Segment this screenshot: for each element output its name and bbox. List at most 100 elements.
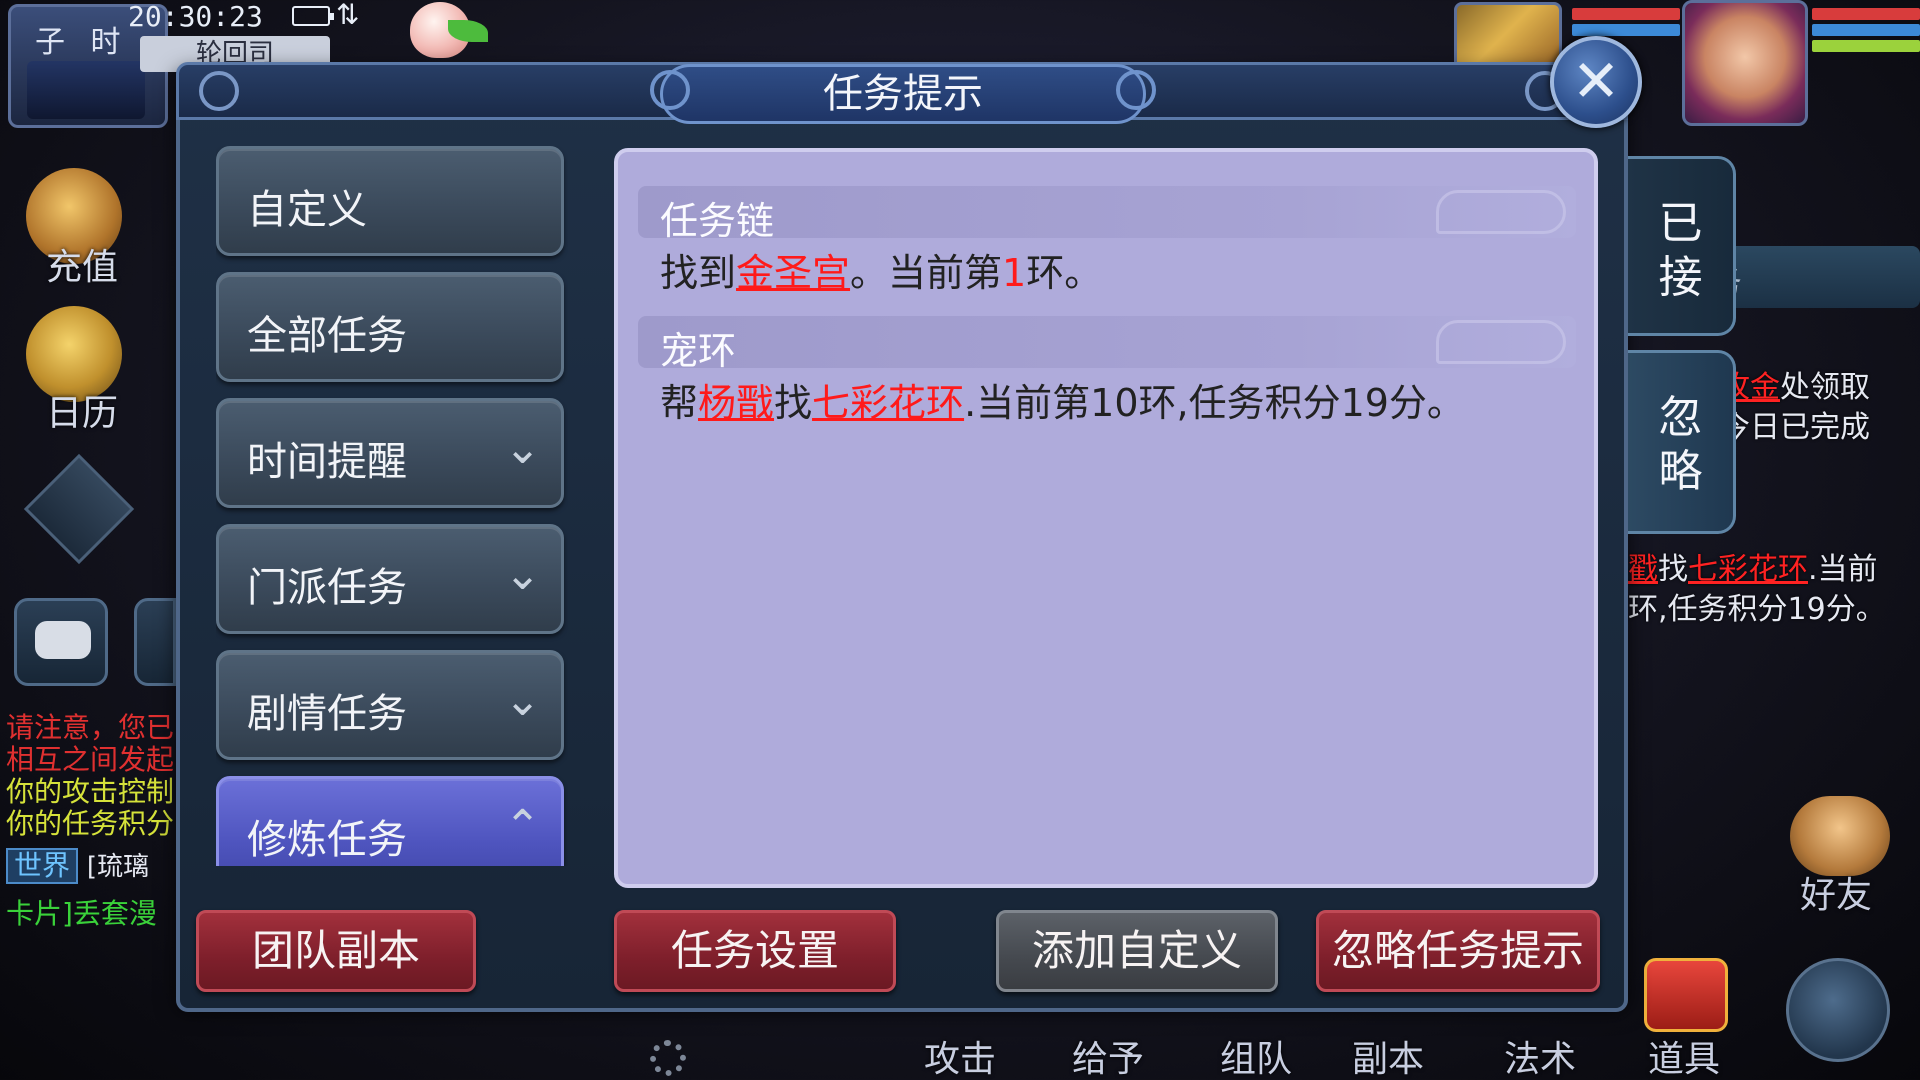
task-desc-text: 。当前第 xyxy=(850,251,1003,295)
tab-ignored[interactable]: 忽 略 xyxy=(1628,350,1736,534)
voice-icon[interactable] xyxy=(134,598,176,686)
chevron-down-icon: ⌄ xyxy=(504,549,541,600)
player-mp-bar xyxy=(1812,24,1920,36)
category-label: 自定义 xyxy=(247,187,367,233)
ignore-task-tips-button[interactable]: 忽略任务提示 xyxy=(1316,910,1600,992)
task-item-link[interactable]: 七彩花环 xyxy=(812,381,964,425)
category-list[interactable]: 自定义 全部任务 时间提醒 ⌄ 门派任务 ⌄ 剧情任务 ⌄ 修炼任务 ⌃ xyxy=(216,146,568,866)
attack-label[interactable]: 攻击 xyxy=(924,1030,996,1080)
collapse-menu-icon[interactable] xyxy=(23,453,135,565)
category-time-reminder[interactable]: 时间提醒 ⌄ xyxy=(216,398,564,508)
tracker-text: 处领取 xyxy=(1780,370,1870,405)
category-story-tasks[interactable]: 剧情任务 ⌄ xyxy=(216,650,564,760)
player-avatar[interactable] xyxy=(1682,0,1808,126)
pet-hp-bar xyxy=(1572,8,1680,20)
category-label: 修炼任务 xyxy=(247,817,407,863)
chat-line: 相互之间发起 xyxy=(6,743,175,776)
button-label: 添加自定义 xyxy=(1031,926,1242,975)
handshake-icon[interactable] xyxy=(1790,796,1890,876)
settings-gear-icon[interactable] xyxy=(650,1040,686,1076)
tab-char: 已 xyxy=(1658,198,1703,249)
tracker-link[interactable]: 七彩花环 xyxy=(1688,552,1808,587)
give-label[interactable]: 给予 xyxy=(1072,1030,1144,1080)
task-desc-text: 找 xyxy=(774,381,813,425)
chat-channel-message: [琉璃 xyxy=(86,852,150,882)
task-title: 宠环 xyxy=(660,329,737,373)
chat-line: 你的攻击控制 xyxy=(6,775,175,808)
tracker-line: 环,任务积分19分。 xyxy=(1628,592,1886,627)
category-label: 全部任务 xyxy=(247,313,407,359)
button-label: 忽略任务提示 xyxy=(1331,926,1584,975)
close-button[interactable]: ✕ xyxy=(1550,36,1642,128)
tracker-line: 今日已完成 xyxy=(1720,410,1870,445)
task-round-number: 1 xyxy=(1002,251,1027,295)
task-title: 任务链 xyxy=(660,199,775,243)
category-label: 剧情任务 xyxy=(247,691,407,737)
title-scroll-left-icon xyxy=(650,70,690,110)
category-training-tasks[interactable]: 修炼任务 ⌃ xyxy=(216,776,564,866)
button-label: 任务设置 xyxy=(670,926,839,975)
task-npc-link[interactable]: 杨戬 xyxy=(698,381,774,425)
task-desc-text: .当前第10环,任务积分19分。 xyxy=(964,381,1465,425)
category-sect-tasks[interactable]: 门派任务 ⌄ xyxy=(216,524,564,634)
close-icon: ✕ xyxy=(1571,47,1621,115)
team-dungeon-button[interactable]: 团队副本 xyxy=(196,910,476,992)
tab-accepted[interactable]: 已 接 xyxy=(1628,156,1736,336)
task-settings-button[interactable]: 任务设置 xyxy=(614,910,896,992)
recharge-label[interactable]: 充值 xyxy=(46,238,118,290)
task-location-link[interactable]: 金圣宫 xyxy=(736,251,850,295)
item-chest-icon[interactable] xyxy=(1644,958,1728,1032)
network-signal-icon: ⇅ xyxy=(336,0,360,31)
add-custom-button[interactable]: 添加自定义 xyxy=(996,910,1278,992)
cloud-ornament-icon xyxy=(1436,190,1566,234)
task-description: 找到金圣宫。当前第1环。 xyxy=(660,242,1102,297)
shichen-label: 子 时 xyxy=(35,25,129,60)
task-content-panel[interactable]: 任务链 找到金圣宫。当前第1环。 宠环 帮杨戬找七彩花环.当前第10环,任务积分… xyxy=(614,148,1598,888)
button-label: 团队副本 xyxy=(251,926,420,975)
dialog-title-text: 任务提示 xyxy=(823,71,983,117)
tracker-line[interactable]: 攻金处领取 xyxy=(1720,368,1870,408)
chat-channel-badge[interactable]: 世界 xyxy=(6,848,79,884)
friends-label[interactable]: 好友 xyxy=(1800,866,1872,918)
night-scene-icon xyxy=(27,61,145,119)
chevron-up-icon: ⌃ xyxy=(504,801,541,852)
tracker-text: .当前 xyxy=(1808,552,1878,587)
items-label[interactable]: 道具 xyxy=(1648,1030,1720,1080)
tracker-line[interactable]: 戳找七彩花环.当前 xyxy=(1628,550,1878,590)
category-all-tasks[interactable]: 全部任务 xyxy=(216,272,564,382)
team-label[interactable]: 组队 xyxy=(1220,1030,1292,1080)
player-exp-bar xyxy=(1812,40,1920,52)
chat-line: 请注意，您已 xyxy=(6,711,175,744)
tab-char: 忽 xyxy=(1658,392,1703,443)
cloud-ornament-icon xyxy=(1436,320,1566,364)
pet-mp-bar xyxy=(1572,24,1680,36)
category-custom[interactable]: 自定义 xyxy=(216,146,564,256)
player-hp-bar xyxy=(1812,8,1920,20)
tracker-link[interactable]: 戳 xyxy=(1628,552,1658,587)
chevron-down-icon: ⌄ xyxy=(504,675,541,726)
tab-char: 略 xyxy=(1658,446,1703,497)
dungeon-label[interactable]: 副本 xyxy=(1352,1030,1424,1080)
chat-line: 你的任务积分 xyxy=(6,807,175,840)
task-heading: 任务链 xyxy=(638,186,1576,243)
tracker-text: 找 xyxy=(1658,552,1688,587)
dialog-title: 任务提示 xyxy=(660,64,1146,124)
scroll-ornament-icon xyxy=(199,71,239,111)
calendar-label[interactable]: 日历 xyxy=(46,384,118,436)
category-label: 时间提醒 xyxy=(247,439,407,485)
tab-char: 接 xyxy=(1658,252,1703,303)
task-desc-text: 帮 xyxy=(660,381,699,425)
task-desc-text: 环。 xyxy=(1026,251,1103,295)
chevron-down-icon: ⌄ xyxy=(504,423,541,474)
title-scroll-right-icon xyxy=(1116,70,1156,110)
task-heading: 宠环 xyxy=(638,316,1576,373)
spell-label[interactable]: 法术 xyxy=(1504,1030,1576,1080)
battery-icon xyxy=(292,6,334,26)
refresh-icon[interactable] xyxy=(1786,958,1890,1062)
category-label: 门派任务 xyxy=(247,565,407,611)
chat-line: 卡片]丢套漫 xyxy=(6,897,157,930)
chat-bubble-icon[interactable] xyxy=(14,598,108,686)
task-description: 帮杨戬找七彩花环.当前第10环,任务积分19分。 xyxy=(660,372,1465,427)
chat-log[interactable]: 请注意，您已 相互之间发起 你的攻击控制 你的任务积分 世界 [琉璃 卡片]丢套… xyxy=(6,712,176,930)
task-desc-text: 找到 xyxy=(660,251,737,295)
